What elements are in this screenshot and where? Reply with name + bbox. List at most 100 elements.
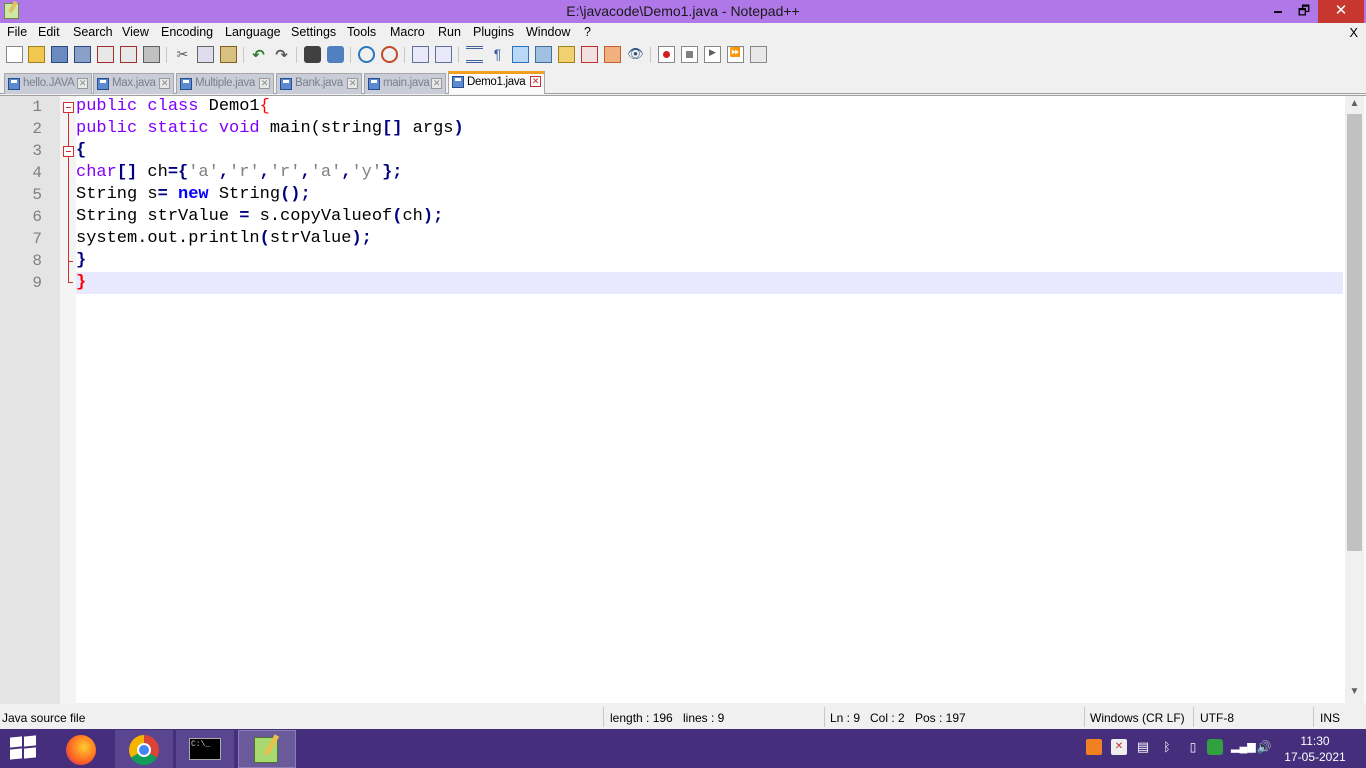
- menu-settings[interactable]: Settings: [291, 25, 336, 39]
- menu-search[interactable]: Search: [73, 25, 113, 39]
- save-all-icon[interactable]: [74, 46, 91, 63]
- scrollbar-thumb[interactable]: [1347, 114, 1362, 551]
- scroll-up-icon[interactable]: ▲: [1345, 98, 1364, 112]
- sync-vertical-icon[interactable]: [412, 46, 429, 63]
- replace-icon[interactable]: [327, 46, 344, 63]
- menu-window[interactable]: Window: [526, 25, 570, 39]
- firefox-icon[interactable]: [52, 730, 110, 768]
- menu-encoding[interactable]: Encoding: [161, 25, 213, 39]
- fold-end-marker: [68, 261, 73, 262]
- document-map-icon[interactable]: [558, 46, 575, 63]
- zoom-in-icon[interactable]: [358, 46, 375, 63]
- battery-icon[interactable]: ▯: [1185, 739, 1201, 755]
- tab-demo1-java[interactable]: Demo1.java ✕: [448, 71, 545, 94]
- print-icon[interactable]: [143, 46, 160, 63]
- show-all-characters-icon[interactable]: ¶: [489, 46, 506, 63]
- tray-app-icon[interactable]: [1086, 739, 1102, 755]
- tab-close-icon[interactable]: ✕: [77, 78, 88, 89]
- close-document-button[interactable]: X: [1349, 25, 1358, 40]
- tab-close-icon[interactable]: ✕: [259, 78, 270, 89]
- taskbar-clock[interactable]: 11:30 17-05-2021: [1280, 733, 1350, 765]
- menu-language[interactable]: Language: [225, 25, 281, 39]
- menu-file[interactable]: File: [7, 25, 27, 39]
- tab-max-java[interactable]: Max.java ✕: [93, 73, 174, 94]
- redo-icon[interactable]: ↷: [273, 46, 290, 63]
- new-file-icon[interactable]: [6, 46, 23, 63]
- code-line-8: }: [76, 251, 86, 270]
- zoom-out-icon[interactable]: [381, 46, 398, 63]
- saved-file-icon: [280, 78, 292, 90]
- clock-date: 17-05-2021: [1280, 749, 1350, 765]
- toolbar-separator: [243, 47, 244, 63]
- volume-icon[interactable]: 🔊: [1256, 739, 1272, 755]
- tab-close-icon[interactable]: ✕: [530, 76, 541, 87]
- restore-button[interactable]: 🗗: [1291, 0, 1317, 23]
- line-number: 5: [0, 186, 42, 204]
- copy-icon[interactable]: [197, 46, 214, 63]
- menu-macro[interactable]: Macro: [390, 25, 425, 39]
- menu-run[interactable]: Run: [438, 25, 461, 39]
- tab-hello-java[interactable]: hello.JAVA ✕: [4, 73, 92, 94]
- tray-keyboard-icon[interactable]: ▤: [1135, 739, 1151, 755]
- tray-security-icon[interactable]: [1207, 739, 1223, 755]
- menu-edit[interactable]: Edit: [38, 25, 60, 39]
- save-macro-icon[interactable]: [750, 46, 767, 63]
- tab-multiple-java[interactable]: Multiple.java ✕: [176, 73, 274, 94]
- saved-file-icon: [368, 78, 380, 90]
- saved-file-icon: [8, 78, 20, 90]
- paste-icon[interactable]: [220, 46, 237, 63]
- folder-workspace-icon[interactable]: [604, 46, 621, 63]
- tab-close-icon[interactable]: ✕: [159, 78, 170, 89]
- vertical-scrollbar[interactable]: ▲ ▼: [1345, 96, 1364, 704]
- cmd-icon[interactable]: C:\_: [176, 730, 234, 768]
- tab-label: Demo1.java: [467, 76, 525, 88]
- line-number: 9: [0, 274, 42, 292]
- record-macro-icon[interactable]: [658, 46, 675, 63]
- menu-view[interactable]: View: [122, 25, 149, 39]
- undo-icon[interactable]: ↶: [250, 46, 267, 63]
- tray-flag-icon[interactable]: ✕: [1111, 739, 1127, 755]
- indent-guide-icon[interactable]: [512, 46, 529, 63]
- tab-label: main.java: [383, 77, 430, 89]
- wifi-signal-icon[interactable]: ▂▄▆: [1231, 739, 1247, 755]
- notepadpp-icon[interactable]: [238, 730, 296, 768]
- monitoring-icon[interactable]: 👁: [627, 46, 644, 63]
- cut-icon[interactable]: ✂: [174, 46, 191, 63]
- user-language-icon[interactable]: [535, 46, 552, 63]
- chrome-icon[interactable]: [115, 730, 173, 768]
- code-editor[interactable]: 1 2 3 4 5 6 7 8 9 public class Demo1{ pu…: [0, 95, 1366, 703]
- find-icon[interactable]: [304, 46, 321, 63]
- bluetooth-icon[interactable]: ᛒ: [1159, 739, 1175, 755]
- status-lines: lines : 9: [683, 711, 724, 725]
- run-macro-multiple-icon[interactable]: ⏩: [727, 46, 744, 63]
- tab-close-icon[interactable]: ✕: [431, 78, 442, 89]
- windows-start-icon[interactable]: [10, 737, 38, 761]
- scroll-down-icon[interactable]: ▼: [1345, 686, 1364, 700]
- function-list-icon[interactable]: [581, 46, 598, 63]
- menu-help[interactable]: ?: [584, 25, 591, 39]
- play-macro-icon[interactable]: ▶: [704, 46, 721, 63]
- fold-line: [68, 113, 69, 146]
- word-wrap-icon[interactable]: [466, 46, 483, 63]
- close-button[interactable]: ✕: [1318, 0, 1364, 23]
- status-eol[interactable]: Windows (CR LF): [1090, 711, 1185, 725]
- open-file-icon[interactable]: [28, 46, 45, 63]
- stop-macro-icon[interactable]: [681, 46, 698, 63]
- title-bar: E:\javacode\Demo1.java - Notepad++ 🗕 🗗 ✕: [0, 0, 1366, 23]
- tab-main-java[interactable]: main.java ✕: [364, 73, 446, 94]
- minimize-button[interactable]: 🗕: [1265, 0, 1291, 23]
- menu-plugins[interactable]: Plugins: [473, 25, 514, 39]
- line-number: 3: [0, 142, 42, 160]
- fold-collapse-icon[interactable]: [63, 102, 74, 113]
- tab-label: Max.java: [112, 77, 156, 89]
- menu-tools[interactable]: Tools: [347, 25, 376, 39]
- tab-bank-java[interactable]: Bank.java ✕: [276, 73, 362, 94]
- sync-horizontal-icon[interactable]: [435, 46, 452, 63]
- line-number: 7: [0, 230, 42, 248]
- save-icon[interactable]: [51, 46, 68, 63]
- close-all-icon[interactable]: [120, 46, 137, 63]
- tab-close-icon[interactable]: ✕: [347, 78, 358, 89]
- fold-collapse-icon[interactable]: [63, 146, 74, 157]
- status-encoding[interactable]: UTF-8: [1200, 711, 1234, 725]
- close-file-icon[interactable]: [97, 46, 114, 63]
